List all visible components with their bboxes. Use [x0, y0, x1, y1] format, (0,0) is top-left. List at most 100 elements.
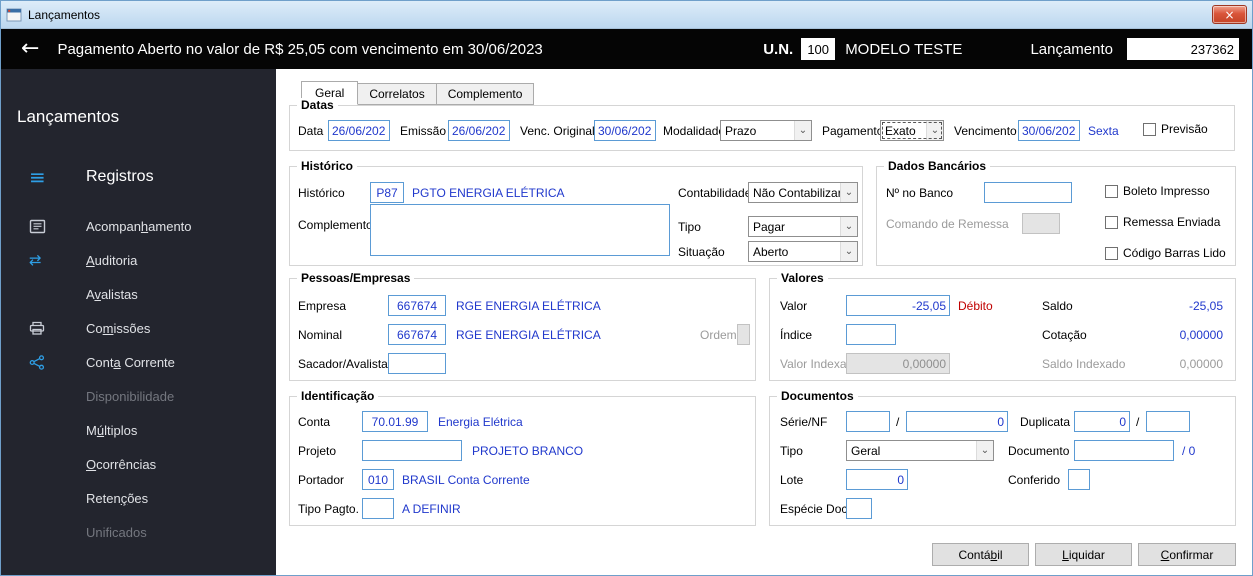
- nf-input[interactable]: [906, 411, 1008, 432]
- nominal-input[interactable]: [388, 324, 446, 345]
- tipo-select[interactable]: Pagar ⌄: [748, 216, 858, 237]
- debito-flag: Débito: [958, 299, 993, 313]
- confirmar-button[interactable]: Confirmar: [1138, 543, 1236, 566]
- boleto-impresso-label: Boleto Impresso: [1123, 184, 1210, 198]
- codigo-barras-checkbox[interactable]: Código Barras Lido: [1105, 246, 1226, 260]
- saldo-indexado-value: 0,00000: [1179, 357, 1223, 371]
- sidebar-item-avalistas[interactable]: Avalistas: [1, 280, 276, 308]
- checkbox-box: [1105, 246, 1118, 260]
- indice-input[interactable]: [846, 324, 896, 345]
- portador-label: Portador: [298, 473, 345, 487]
- tipo-pagto-desc: A DEFINIR: [402, 502, 461, 516]
- group-identificacao-title: Identificação: [297, 389, 379, 403]
- sidebar-title: Lançamentos: [17, 107, 120, 126]
- liquidar-button[interactable]: Liquidar: [1035, 543, 1132, 566]
- portador-input[interactable]: [362, 469, 394, 490]
- pagamento-select[interactable]: Exato ⌄: [880, 120, 944, 141]
- serie-input[interactable]: [846, 411, 890, 432]
- group-documentos: Documentos Série/NF / Duplicata / Tipo G…: [769, 389, 1236, 526]
- lancamento-number-input[interactable]: [1127, 38, 1239, 60]
- close-button[interactable]: ×: [1212, 5, 1247, 24]
- complemento-textarea[interactable]: [370, 204, 670, 256]
- boleto-impresso-checkbox[interactable]: Boleto Impresso: [1105, 184, 1210, 198]
- complemento-label: Complemento: [298, 218, 373, 232]
- tipo-pagto-label: Tipo Pagto.: [298, 502, 359, 516]
- contabil-button[interactable]: Contábil: [932, 543, 1029, 566]
- sidebar-item-label: Comissões: [86, 320, 151, 336]
- lote-input[interactable]: [846, 469, 908, 490]
- sacador-avalista-input[interactable]: [388, 353, 446, 374]
- main-content: Geral Correlatos Complemento Datas Data …: [276, 69, 1252, 575]
- sidebar-item-ocorrencias[interactable]: Ocorrências: [1, 450, 276, 478]
- ordem-input: [737, 324, 750, 345]
- emissao-input[interactable]: [448, 120, 510, 141]
- conferido-input[interactable]: [1068, 469, 1090, 490]
- conta-desc: Energia Elétrica: [438, 415, 523, 429]
- model-name: MODELO TESTE: [845, 40, 963, 58]
- group-identificacao: Identificação Conta Energia Elétrica Pro…: [289, 389, 756, 526]
- n-banco-input[interactable]: [984, 182, 1072, 203]
- sidebar-item-multiplos[interactable]: Múltiplos: [1, 416, 276, 444]
- journal-icon: [29, 219, 86, 234]
- un-input[interactable]: [801, 38, 836, 60]
- sidebar-item-disponibilidade: Disponibilidade: [1, 382, 276, 410]
- data-input[interactable]: [328, 120, 390, 141]
- historico-input[interactable]: [370, 182, 404, 203]
- sidebar-section-label: Registros: [86, 168, 154, 185]
- contabilidade-select[interactable]: Não Contabilizar ⌄: [748, 182, 858, 203]
- sidebar-item-acompanhamento[interactable]: Acompanhamento: [1, 212, 276, 240]
- chevron-down-icon: ⌄: [794, 121, 811, 140]
- duplicata2-input[interactable]: [1146, 411, 1190, 432]
- duplicata-input[interactable]: [1074, 411, 1130, 432]
- back-arrow-icon[interactable]: ←: [21, 38, 39, 60]
- conta-input[interactable]: [362, 411, 428, 432]
- share-icon: [29, 354, 86, 370]
- tipo-label: Tipo: [678, 220, 701, 234]
- group-datas: Datas Data Emissão Venc. Original Modali…: [289, 98, 1235, 151]
- situacao-value: Aberto: [753, 244, 789, 259]
- app-icon: [6, 8, 22, 22]
- data-label: Data: [298, 124, 324, 138]
- cotacao-value: 0,00000: [1179, 328, 1223, 342]
- comando-remessa-input: [1022, 213, 1060, 234]
- valor-input[interactable]: [846, 295, 950, 316]
- chevron-down-icon: ⌄: [976, 441, 993, 460]
- previsao-checkbox[interactable]: Previsão: [1143, 122, 1208, 136]
- modalidade-select[interactable]: Prazo ⌄: [720, 120, 812, 141]
- weekday-label: Sexta: [1088, 124, 1119, 138]
- projeto-desc: PROJETO BRANCO: [472, 444, 584, 458]
- tipo-pagto-input[interactable]: [362, 498, 394, 519]
- modalidade-label: Modalidade: [663, 124, 726, 138]
- contabilidade-value: Não Contabilizar: [753, 185, 840, 200]
- group-documentos-title: Documentos: [777, 389, 858, 403]
- pagamento-label: Pagamento: [822, 124, 884, 138]
- especie-doc-label: Espécie Doc.: [780, 502, 851, 516]
- tab-correlatos[interactable]: Correlatos: [358, 83, 437, 105]
- sidebar-item-comissoes[interactable]: Comissões: [1, 314, 276, 342]
- sidebar-item-label: Auditoria: [86, 252, 138, 268]
- documento-input[interactable]: [1074, 440, 1174, 461]
- previsao-label: Previsão: [1161, 122, 1208, 136]
- sidebar-section-registros[interactable]: ≡ Registros: [1, 163, 276, 191]
- transfer-arrows-icon: ⇄: [29, 250, 42, 269]
- window-title: Lançamentos: [28, 7, 101, 22]
- titlebar: Lançamentos ×: [1, 1, 1252, 29]
- comando-remessa-label: Comando de Remessa: [886, 217, 1009, 231]
- doc-tipo-select[interactable]: Geral ⌄: [846, 440, 994, 461]
- saldo-value: -25,05: [1188, 299, 1223, 313]
- vencimento-input[interactable]: [1018, 120, 1080, 141]
- payment-summary: Pagamento Aberto no valor de R$ 25,05 co…: [57, 40, 543, 58]
- situacao-select[interactable]: Aberto ⌄: [748, 241, 858, 262]
- un-label: U.N.: [763, 40, 794, 58]
- projeto-input[interactable]: [362, 440, 462, 461]
- tab-complemento[interactable]: Complemento: [436, 83, 535, 105]
- sidebar-item-retencoes[interactable]: Retenções: [1, 484, 276, 512]
- chevron-down-icon: ⌄: [926, 121, 943, 140]
- menu-icon: ≡: [29, 165, 46, 189]
- sidebar-item-auditoria[interactable]: ⇄ Auditoria: [1, 246, 276, 274]
- empresa-input[interactable]: [388, 295, 446, 316]
- venc-original-input[interactable]: [594, 120, 656, 141]
- sidebar-item-conta-corrente[interactable]: Conta Corrente: [1, 348, 276, 376]
- remessa-enviada-checkbox[interactable]: Remessa Enviada: [1105, 215, 1220, 229]
- especie-doc-input[interactable]: [846, 498, 872, 519]
